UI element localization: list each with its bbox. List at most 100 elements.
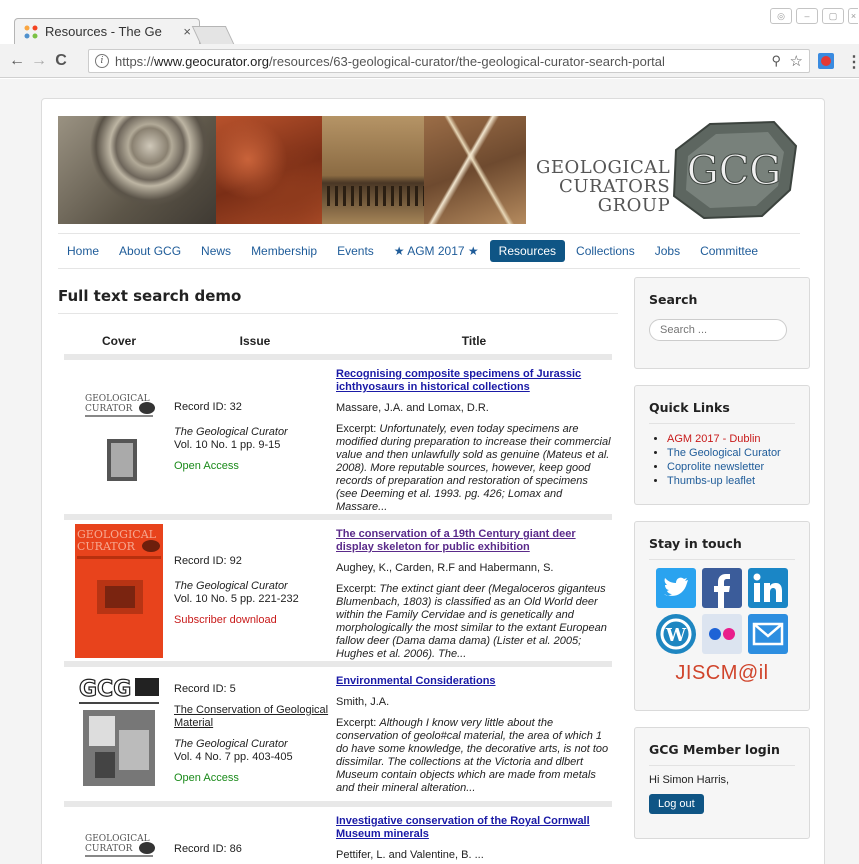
nav-jobs[interactable]: Jobs [646,240,689,262]
journal-cover-bw-icon[interactable]: GEOLOGICAL CURATOR [83,829,155,864]
linkedin-icon[interactable] [748,568,788,608]
nav-collections[interactable]: Collections [567,240,644,262]
facebook-icon[interactable] [702,568,742,608]
title-cell: Recognising composite specimens of Juras… [336,368,612,513]
article-title-link[interactable]: Investigative conservation of the Royal … [336,815,612,841]
extension-icon[interactable] [818,53,834,69]
maximize-icon[interactable]: ▢ [822,8,844,24]
title-cell: Investigative conservation of the Royal … [336,815,612,864]
browser-menu-icon[interactable]: ⋮ [846,52,859,72]
flickr-icon[interactable] [702,614,742,654]
table-header: Cover Issue Title [64,330,612,360]
search-heading: Search [649,292,698,307]
red-rock-photo [216,116,322,224]
nav-events[interactable]: Events [328,240,383,262]
zoom-icon[interactable]: ⚲ [771,53,781,69]
email-icon[interactable] [748,614,788,654]
close-window-icon[interactable]: × [848,8,858,24]
logout-button[interactable]: Log out [649,794,704,814]
nav-about[interactable]: About GCG [110,240,190,262]
cover-cur-text: CURATOR [85,844,133,854]
sidebar: Search Quick Links AGM 2017 - Dublin The… [634,277,810,855]
browser-tabstrip: Resources - The Ge × ◎ – ▢ × [0,0,859,44]
cover-cur-text: CURATOR [77,540,136,553]
nav-agm[interactable]: ★ AGM 2017 ★ [385,240,488,262]
member-login-heading: GCG Member login [649,742,795,766]
header-cover: Cover [101,334,136,348]
table-row: GCG Record ID: 5 The Conservation of Geo… [64,667,612,807]
journal-name: The Geological Curator [174,738,288,750]
table-row: GEOLOGICAL CURATOR Record ID: 32 The Geo… [64,360,612,520]
cover-geo-text: GEOLOGICAL [85,834,150,844]
nav-resources[interactable]: Resources [489,240,566,262]
link-coprolite[interactable]: Coprolite newsletter [667,461,764,473]
article-title-link[interactable]: Recognising composite specimens of Juras… [336,368,612,394]
list-item: Coprolite newsletter [667,460,795,474]
volume: Vol. 10 No. 5 pp. 221-232 [174,592,299,605]
nav-membership[interactable]: Membership [242,240,326,262]
journal-cover-gcg-icon[interactable]: GCG [77,672,161,796]
table-row: GEOLOGICAL CURATOR Record ID: 86 Investi… [64,807,612,864]
book-title-link[interactable]: The Conservation of Geological Material [174,704,328,729]
issue-cell: Record ID: 5 The Conservation of Geologi… [174,675,336,793]
svg-text:W: W [665,625,687,646]
url-scheme: https:// [115,53,155,69]
cover-cell: GEOLOGICAL CURATOR [64,523,174,658]
reload-icon[interactable]: C [50,52,72,70]
wordpress-icon[interactable]: W [656,614,696,654]
bookmark-star-icon[interactable]: ☆ [790,52,803,70]
mineral-photo [424,116,526,224]
fossil-jaw-photo [322,116,424,224]
link-agm[interactable]: AGM 2017 - Dublin [667,433,761,445]
cover-cell: GEOLOGICAL CURATOR [64,815,174,864]
browser-toolbar: ← → C i https://www.geocurator.org/resou… [0,44,859,78]
link-geological-curator[interactable]: The Geological Curator [667,447,781,459]
issue-cell: Record ID: 32 The Geological Curator Vol.… [174,368,336,506]
access-subscriber[interactable]: Subscriber download [174,614,336,627]
jiscmail-logo[interactable]: JISCM@il [649,662,795,685]
browser-tab[interactable]: Resources - The Ge × [14,18,200,44]
volume: Vol. 4 No. 7 pp. 403-405 [174,751,293,763]
forward-arrow-icon[interactable]: → [28,52,50,70]
back-arrow-icon[interactable]: ← [6,52,28,70]
minimize-icon[interactable]: – [796,8,818,24]
journal-cover-bw-icon[interactable]: GEOLOGICAL CURATOR [83,389,155,485]
page-viewport: GEOLOGICAL CURATORS GROUP GCG Home About… [0,79,859,864]
ammonite-photo [58,116,216,224]
site-logo-text: GEOLOGICAL CURATORS GROUP [536,158,670,215]
record-id: Record ID: 92 [174,554,242,567]
journal-cover-red-icon[interactable]: GEOLOGICAL CURATOR [75,523,163,658]
logo-line-2: CURATORS [559,176,671,197]
site-container: GEOLOGICAL CURATORS GROUP GCG Home About… [41,98,825,864]
logo-mark-text: GCG [687,148,782,194]
list-item: AGM 2017 - Dublin [667,432,795,446]
info-icon[interactable]: i [95,54,109,68]
excerpt-label: Excerpt: [336,717,380,729]
access-open[interactable]: Open Access [174,460,336,473]
twitter-icon[interactable] [656,568,696,608]
profile-icon[interactable]: ◎ [770,8,792,24]
list-item: Thumbs-up leaflet [667,474,795,488]
new-tab-button[interactable] [191,26,235,44]
article-title-link[interactable]: Environmental Considerations [336,675,612,688]
excerpt: Excerpt: The extinct giant deer (Megaloc… [336,583,612,661]
search-input[interactable] [649,319,787,341]
article-title-link[interactable]: The conservation of a 19th Century giant… [336,528,612,554]
stay-in-touch-module: Stay in touch W JISCM@il [634,521,810,711]
link-thumbs-up[interactable]: Thumbs-up leaflet [667,475,755,487]
nav-news[interactable]: News [192,240,240,262]
list-item: The Geological Curator [667,446,795,460]
page-title: Full text search demo [58,275,618,314]
cover-geo-text: GEOLOGICAL [85,394,150,404]
url-host: www.geocurator.org [154,53,269,69]
cover-cur-text: CURATOR [85,404,133,414]
record-id: Record ID: 86 [174,843,242,855]
site-banner[interactable]: GEOLOGICAL CURATORS GROUP GCG [58,116,800,224]
window-controls: ◎ – ▢ × [770,8,858,24]
tab-close-icon[interactable]: × [183,24,191,39]
address-bar[interactable]: i https://www.geocurator.org/resources/6… [88,49,810,73]
nav-home[interactable]: Home [58,240,108,262]
logo-line-3: GROUP [597,195,671,216]
nav-committee[interactable]: Committee [691,240,767,262]
access-open[interactable]: Open Access [174,772,336,785]
